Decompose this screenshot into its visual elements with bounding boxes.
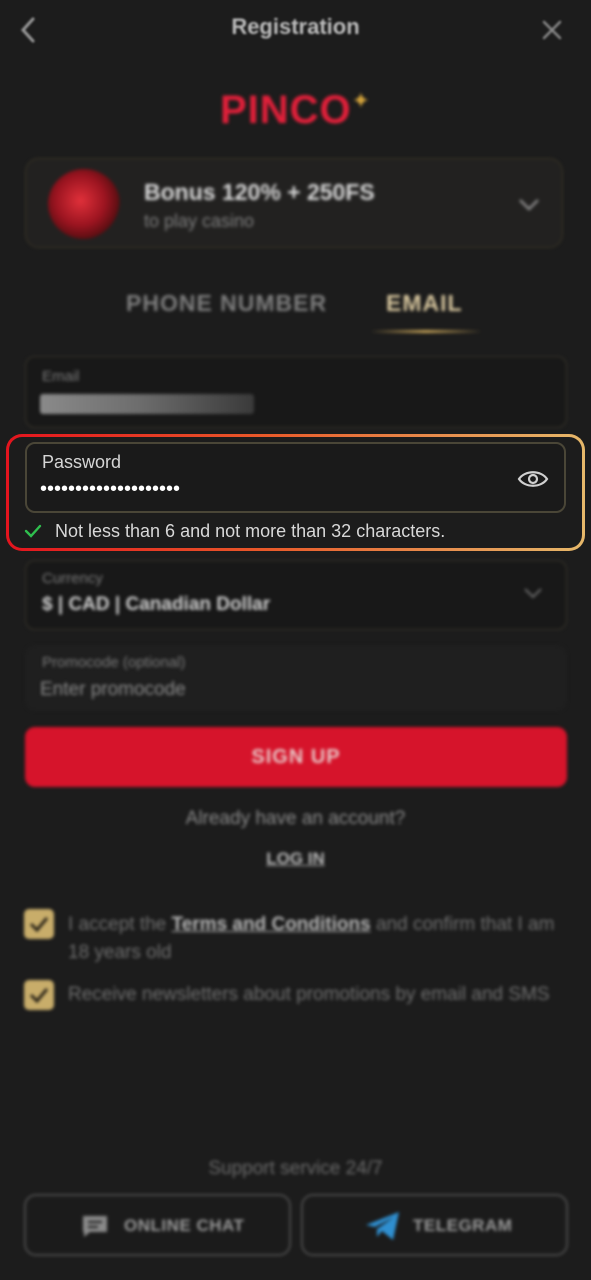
- close-button[interactable]: [538, 16, 566, 44]
- terms-checkbox[interactable]: [24, 909, 54, 939]
- bonus-title: Bonus 120% + 250FS: [144, 179, 375, 205]
- casino-chips-image: [48, 169, 120, 239]
- email-value-obscured: [40, 394, 254, 414]
- password-value: ••••••••••••••••••••: [40, 478, 181, 500]
- newsletter-consent-text: Receive newsletters about promotions by …: [68, 984, 550, 1005]
- check-icon: [24, 524, 42, 538]
- tab-phone-number[interactable]: PHONE NUMBER: [126, 290, 327, 317]
- page-title: Registration: [231, 14, 360, 39]
- tab-email[interactable]: EMAIL: [386, 290, 463, 317]
- email-label: Email: [42, 368, 80, 385]
- email-field[interactable]: [25, 356, 567, 428]
- brand-logo: PINCO✦: [219, 88, 372, 132]
- already-have-account-text: Already have an account?: [185, 808, 406, 829]
- password-label: Password: [42, 452, 122, 472]
- currency-label: Currency: [42, 570, 103, 587]
- sparkle-icon: ✦: [351, 88, 372, 113]
- promocode-placeholder: Enter promocode: [40, 679, 186, 700]
- support-title: Support service 24/7: [208, 1158, 383, 1179]
- telegram-icon: [366, 1212, 399, 1240]
- checkmark-icon: [29, 917, 49, 933]
- password-hint: Not less than 6 and not more than 32 cha…: [55, 521, 446, 541]
- online-chat-label: ONLINE CHAT: [124, 1216, 245, 1235]
- close-icon: [542, 20, 562, 40]
- newsletter-checkbox[interactable]: [24, 980, 54, 1010]
- chat-icon: [83, 1216, 107, 1237]
- active-tab-indicator: [370, 330, 482, 333]
- terms-link[interactable]: Terms and Conditions: [172, 914, 371, 935]
- checkmark-icon: [29, 988, 49, 1004]
- eye-icon: [517, 471, 549, 487]
- telegram-button[interactable]: TELEGRAM: [301, 1194, 568, 1256]
- promocode-label: Promocode (optional): [42, 654, 186, 671]
- show-password-toggle[interactable]: [516, 466, 550, 492]
- chevron-down-icon: [524, 588, 542, 599]
- log-in-link[interactable]: LOG IN: [0, 849, 591, 869]
- sign-up-button[interactable]: SIGN UP: [25, 727, 567, 787]
- telegram-label: TELEGRAM: [413, 1216, 513, 1235]
- bonus-subtitle: to play casino: [144, 211, 255, 231]
- bonus-selector[interactable]: Bonus 120% + 250FS to play casino: [25, 158, 563, 248]
- terms-consent-text: I accept the Terms and Conditions and co…: [68, 914, 555, 963]
- chevron-down-icon: [519, 199, 539, 211]
- currency-value: $ | CAD | Canadian Dollar: [42, 594, 271, 615]
- online-chat-button[interactable]: ONLINE CHAT: [24, 1194, 291, 1256]
